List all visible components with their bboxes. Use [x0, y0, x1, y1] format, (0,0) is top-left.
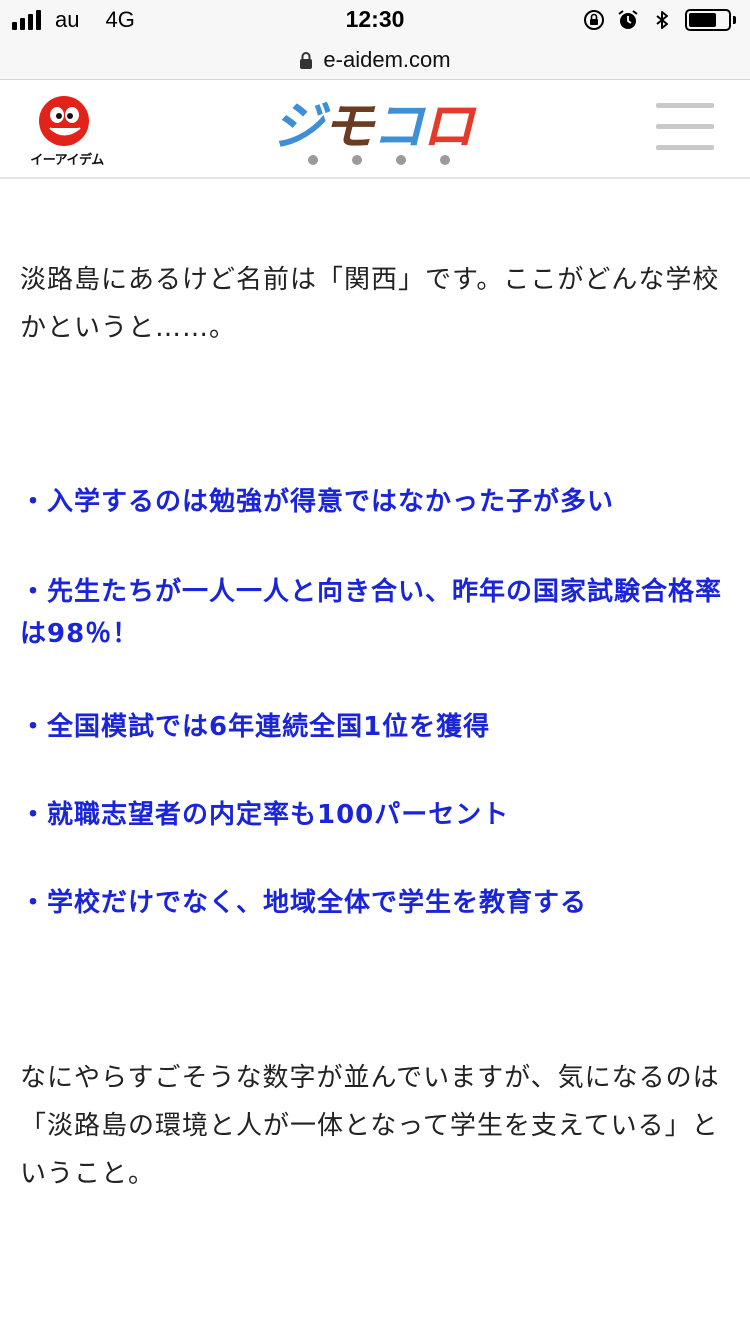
highlight-item: ・就職志望者の内定率も100パーセント [20, 800, 510, 830]
lock-icon [300, 51, 313, 69]
status-bar: au 4G 12:30 [0, 0, 750, 40]
orientation-lock-icon [584, 10, 604, 30]
logo-char-3: コ [372, 97, 424, 157]
highlight-item: ・入学するのは勉強が得意ではなかった子が多い [20, 487, 615, 517]
highlight-item: ・学校だけでなく、地域全体で学生を教育する [20, 888, 588, 918]
highlight-item: ・先生たちが一人一人と向き合い、昨年の国家試験合格率は98％！ [20, 577, 723, 649]
intro-paragraph: 淡路島にあるけど名前は「関西」です。ここがどんな学校かというと……。 [20, 265, 720, 343]
e-mascot-icon [39, 96, 89, 146]
url-text[interactable]: e-aidem.com [323, 47, 450, 73]
jimocoro-logo-text: ジモコロ [272, 99, 478, 155]
conclusion-paragraph: なにやらすごそうな数字が並んでいますが、気になるのは「淡路島の環境と人が一体とな… [20, 1063, 720, 1189]
bluetooth-icon [656, 11, 668, 29]
e-aidem-logo-label: イーアイデム [30, 153, 104, 168]
logo-char-2: モ [322, 97, 374, 157]
jimocoro-logo[interactable]: ジモコロ [272, 97, 478, 165]
site-header: イーアイデム ジモコロ [0, 81, 750, 179]
alarm-icon [618, 10, 638, 29]
logo-char-1: ジ [272, 97, 324, 157]
battery-icon [685, 9, 736, 31]
hamburger-menu-icon[interactable] [656, 103, 714, 153]
logo-dots [308, 155, 450, 165]
e-aidem-logo[interactable]: イーアイデム [24, 95, 110, 169]
highlight-item: ・全国模試では6年連続全国1位を獲得 [20, 712, 491, 742]
address-bar[interactable]: e-aidem.com [0, 40, 750, 80]
logo-char-4: ロ [422, 97, 474, 157]
